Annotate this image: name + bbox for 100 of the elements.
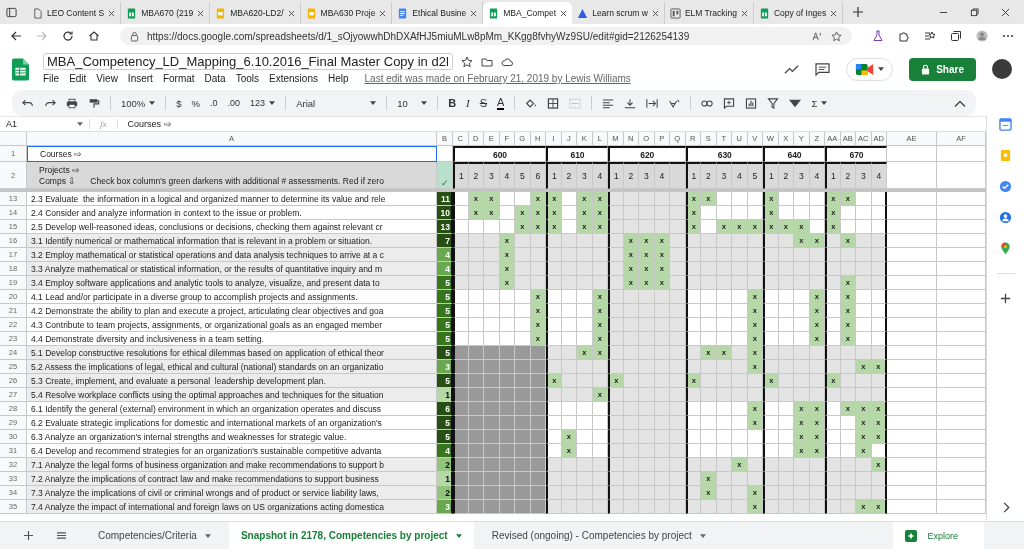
assessment-count: 3	[437, 500, 453, 515]
vertical-align-icon[interactable]	[624, 97, 637, 109]
menu-item[interactable]: Insert	[127, 72, 159, 85]
share-button[interactable]: Share	[909, 57, 976, 81]
last-edit-link[interactable]: Last edit was made on February 21, 2019 by Lewis Williams	[364, 73, 631, 84]
chevron-right-icon[interactable]	[1001, 502, 1010, 513]
document-title[interactable]: MBA_Competency_LD_Mapping_6.10.2016_Final Master Copy in d2l	[43, 53, 453, 70]
user-avatar[interactable]	[992, 59, 1012, 79]
close-icon[interactable]	[197, 9, 205, 17]
name-box[interactable]: A1	[0, 119, 90, 130]
menu-item[interactable]: Help	[327, 72, 355, 85]
reload-icon[interactable]	[62, 30, 74, 42]
menu-item[interactable]: Format	[162, 72, 201, 85]
profile-icon[interactable]	[976, 30, 988, 42]
menu-item[interactable]: Extensions	[269, 72, 324, 85]
caret-icon	[821, 101, 828, 105]
menu-item[interactable]: Data	[204, 72, 232, 85]
trend-icon[interactable]	[784, 62, 800, 76]
favorites-icon[interactable]	[924, 30, 936, 42]
strikethrough-button[interactable]: S	[479, 97, 488, 109]
close-icon[interactable]	[379, 9, 387, 17]
paint-format-icon[interactable]	[88, 97, 100, 109]
collections-icon[interactable]	[950, 30, 962, 42]
menu-item[interactable]: File	[43, 72, 66, 85]
flask-icon[interactable]	[872, 30, 884, 42]
caret-icon[interactable]	[789, 97, 802, 109]
project-number: 3	[794, 162, 810, 190]
cloud-icon[interactable]	[500, 55, 513, 68]
calendar-icon[interactable]	[999, 118, 1012, 131]
close-icon[interactable]	[108, 9, 116, 17]
competency-cell: 3.2 Employ mathematical or statistical operations and data analysis techniques to arrive at a c	[27, 248, 437, 263]
close-icon[interactable]	[740, 9, 748, 17]
link-icon[interactable]	[701, 97, 714, 109]
text-wrap-icon[interactable]	[646, 97, 659, 109]
undo-icon[interactable]	[22, 97, 34, 109]
close-icon[interactable]	[651, 9, 659, 17]
number-format-dropdown[interactable]: 123	[250, 98, 276, 108]
close-icon[interactable]	[470, 9, 478, 17]
assessment-count: 5	[437, 416, 453, 431]
font-size-dropdown[interactable]: 10	[397, 97, 428, 109]
close-icon[interactable]	[830, 9, 838, 17]
close-icon[interactable]	[287, 9, 295, 17]
sheet-tab[interactable]: Competencies/Criteria	[86, 522, 223, 549]
explore-button[interactable]: Explore	[893, 522, 984, 549]
menu-item[interactable]: Edit	[69, 72, 93, 85]
restore-icon[interactable]	[970, 7, 979, 17]
sheet-tab[interactable]: Snapshot in 2178, Competencies by project	[228, 522, 474, 549]
filter-icon[interactable]	[767, 97, 780, 109]
text-rotation-icon[interactable]	[668, 97, 681, 109]
tasks-icon[interactable]	[999, 180, 1012, 193]
zoom-dropdown[interactable]: 100%	[121, 97, 156, 109]
text-color-button[interactable]: A	[497, 96, 505, 110]
print-icon[interactable]	[66, 97, 78, 109]
fill-color-icon[interactable]	[525, 97, 538, 109]
currency-format-button[interactable]: $	[176, 97, 182, 109]
address-field[interactable]: https://docs.google.com/spreadsheets/d/1_sOjyowwhDhDXAfHJ5miuMLw8pMm_KKgg8fvhyWz9SU/edit#gid=2126254139	[120, 27, 852, 45]
favicon-icon	[215, 7, 227, 19]
project-number: 1	[546, 162, 562, 190]
add-comment-icon[interactable]	[723, 97, 736, 109]
home-icon[interactable]	[88, 30, 100, 42]
puzzle-icon[interactable]	[898, 30, 910, 42]
add-sheet-icon[interactable]	[24, 531, 33, 540]
font-dropdown[interactable]: Arial	[296, 97, 377, 109]
sheet-tab[interactable]: Revised (ongoing) - Competencies by project	[479, 522, 718, 549]
close-icon[interactable]	[560, 9, 568, 17]
star-icon[interactable]	[460, 55, 473, 68]
project-number: 1	[608, 162, 624, 190]
back-icon[interactable]	[10, 30, 22, 42]
italic-button[interactable]: I	[466, 97, 470, 109]
bold-button[interactable]: B	[448, 97, 457, 109]
percent-format-button[interactable]: %	[191, 97, 201, 109]
competency-cell: 6.2 Evaluate strategic implications for domestic and international markets of an organization's	[27, 416, 437, 431]
formula-field[interactable]: Courses ⇨	[117, 119, 172, 130]
align-left-icon[interactable]	[602, 97, 615, 109]
merge-cells-icon[interactable]	[569, 97, 582, 109]
map-pin-icon[interactable]	[999, 242, 1012, 255]
increase-decimals-button[interactable]: .00	[227, 98, 241, 108]
tab-actions-icon[interactable]	[6, 6, 17, 18]
menu-item[interactable]: View	[96, 72, 124, 85]
assessment-count: 5	[437, 290, 453, 305]
assessment-count: 1	[437, 472, 453, 487]
corner-cell[interactable]	[0, 132, 27, 147]
all-sheets-icon[interactable]	[57, 531, 66, 540]
spreadsheet-logo-icon[interactable]	[12, 57, 29, 81]
competency-cell: 2.4 Consider and analyze information in context to the issue or problem.	[27, 206, 437, 221]
new-tab-icon[interactable]	[853, 7, 864, 17]
comment-icon[interactable]	[815, 62, 831, 76]
move-folder-icon[interactable]	[480, 55, 493, 68]
chart-icon[interactable]	[745, 97, 758, 109]
functions-dropdown[interactable]: Σ	[811, 97, 828, 109]
decrease-decimals-button[interactable]: .0	[210, 98, 218, 108]
read-aloud-icon[interactable]	[812, 30, 823, 42]
borders-icon[interactable]	[547, 97, 560, 109]
add-icon[interactable]	[999, 292, 1012, 305]
menu-item[interactable]: Tools	[235, 72, 266, 85]
redo-icon[interactable]	[44, 97, 56, 109]
browser-tab[interactable]: MBA_Compet	[483, 2, 573, 24]
star-icon[interactable]	[831, 30, 842, 42]
contacts-icon[interactable]	[999, 211, 1012, 224]
close-icon[interactable]	[1001, 7, 1010, 17]
